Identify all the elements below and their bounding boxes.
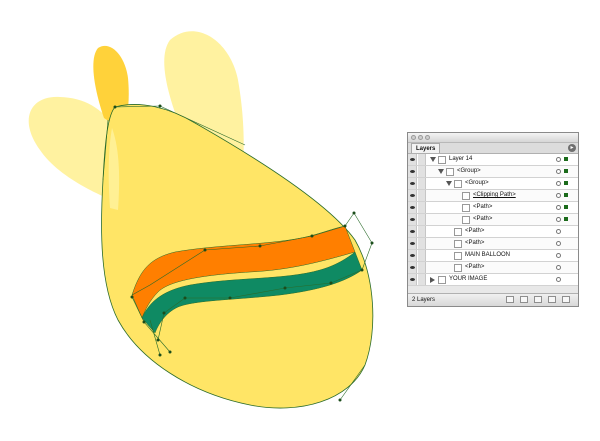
layer-name: <Path>: [465, 240, 485, 246]
zoom-icon[interactable]: [425, 135, 430, 140]
selection-square-icon[interactable]: [564, 205, 568, 209]
layer-thumbnail: [454, 252, 462, 260]
layer-thumbnail: [438, 156, 446, 164]
layer-thumbnail: [454, 180, 462, 188]
panel-footer: 2 Layers: [408, 293, 578, 306]
minimize-icon[interactable]: [418, 135, 423, 140]
layer-row[interactable]: <Path>: [408, 214, 578, 226]
layer-row[interactable]: <Path>: [408, 238, 578, 250]
layer-thumbnail: [462, 216, 470, 224]
target-circle-icon[interactable]: [556, 217, 561, 222]
target-circle-icon[interactable]: [556, 157, 561, 162]
close-icon[interactable]: [411, 135, 416, 140]
layer-row[interactable]: <Path>: [408, 262, 578, 274]
layer-name: <Clipping Path>: [473, 192, 516, 198]
target-circle-icon[interactable]: [556, 229, 561, 234]
visibility-eye-icon[interactable]: [408, 190, 417, 201]
visibility-eye-icon[interactable]: [408, 214, 417, 225]
target-circle-icon[interactable]: [556, 265, 561, 270]
layer-row[interactable]: MAIN BALLOON: [408, 250, 578, 262]
target-circle-icon[interactable]: [556, 181, 561, 186]
selection-square-icon[interactable]: [564, 181, 568, 185]
layer-thumbnail: [446, 168, 454, 176]
layer-count: 2 Layers: [412, 297, 436, 303]
lock-toggle[interactable]: [418, 214, 426, 225]
lock-toggle[interactable]: [418, 226, 426, 237]
layer-name: <Group>: [457, 168, 481, 174]
visibility-eye-icon[interactable]: [408, 178, 417, 189]
make-clipping-mask-icon[interactable]: [520, 296, 528, 303]
visibility-eye-icon[interactable]: [408, 202, 417, 213]
target-circle-icon[interactable]: [556, 277, 561, 282]
visibility-eye-icon[interactable]: [408, 226, 417, 237]
lock-toggle[interactable]: [418, 274, 426, 285]
lock-toggle[interactable]: [418, 178, 426, 189]
layer-thumbnail: [462, 192, 470, 200]
visibility-eye-icon[interactable]: [408, 166, 417, 177]
layer-thumbnail: [454, 264, 462, 272]
layers-panel: Layers ▸ Layer 14 <Group> <Group> <Clipping…: [407, 132, 579, 307]
selection-square-icon[interactable]: [564, 169, 568, 173]
layer-name: MAIN BALLOON: [465, 252, 511, 258]
selection-square-icon[interactable]: [564, 217, 568, 221]
lock-toggle[interactable]: [418, 154, 426, 165]
lock-toggle[interactable]: [418, 202, 426, 213]
new-layer-icon[interactable]: [548, 296, 556, 303]
layer-thumbnail: [438, 276, 446, 284]
lock-toggle[interactable]: [418, 250, 426, 261]
layer-row[interactable]: <Group>: [408, 166, 578, 178]
layer-row[interactable]: <Path>: [408, 226, 578, 238]
layer-row[interactable]: <Path>: [408, 202, 578, 214]
collapse-triangle-icon[interactable]: [446, 181, 452, 186]
tab-layers[interactable]: Layers: [411, 143, 441, 153]
layer-row[interactable]: YOUR IMAGE: [408, 274, 578, 286]
expand-triangle-icon[interactable]: [430, 277, 435, 283]
layer-row[interactable]: Layer 14: [408, 154, 578, 166]
visibility-eye-icon[interactable]: [408, 238, 417, 249]
delete-layer-icon[interactable]: [562, 296, 570, 303]
locate-object-icon[interactable]: [506, 296, 514, 303]
layer-thumbnail: [454, 228, 462, 236]
lock-toggle[interactable]: [418, 190, 426, 201]
selection-square-icon[interactable]: [564, 193, 568, 197]
collapse-triangle-icon[interactable]: [438, 169, 444, 174]
panel-menu-icon[interactable]: ▸: [568, 144, 576, 152]
layer-row[interactable]: <Clipping Path>: [408, 190, 578, 202]
visibility-eye-icon[interactable]: [408, 262, 417, 273]
layer-name: YOUR IMAGE: [449, 276, 488, 282]
layer-name: Layer 14: [449, 156, 473, 162]
layer-name: <Path>: [473, 204, 493, 210]
layer-thumbnail: [454, 240, 462, 248]
visibility-eye-icon[interactable]: [408, 274, 417, 285]
layer-thumbnail: [462, 204, 470, 212]
target-circle-icon[interactable]: [556, 193, 561, 198]
panel-titlebar[interactable]: [408, 133, 578, 143]
target-circle-icon[interactable]: [556, 169, 561, 174]
lock-toggle[interactable]: [418, 166, 426, 177]
layer-row[interactable]: <Group>: [408, 178, 578, 190]
lock-toggle[interactable]: [418, 262, 426, 273]
layer-name: <Group>: [465, 180, 489, 186]
selection-square-icon[interactable]: [564, 157, 568, 161]
layer-name: <Path>: [465, 228, 485, 234]
target-circle-icon[interactable]: [556, 253, 561, 258]
visibility-eye-icon[interactable]: [408, 250, 417, 261]
layer-name: <Path>: [465, 264, 485, 270]
target-circle-icon[interactable]: [556, 205, 561, 210]
collapse-triangle-icon[interactable]: [430, 157, 436, 162]
lock-toggle[interactable]: [418, 238, 426, 249]
tab-row: Layers ▸: [408, 143, 578, 154]
target-circle-icon[interactable]: [556, 241, 561, 246]
new-sublayer-icon[interactable]: [534, 296, 542, 303]
layer-name: <Path>: [473, 216, 493, 222]
visibility-eye-icon[interactable]: [408, 154, 417, 165]
